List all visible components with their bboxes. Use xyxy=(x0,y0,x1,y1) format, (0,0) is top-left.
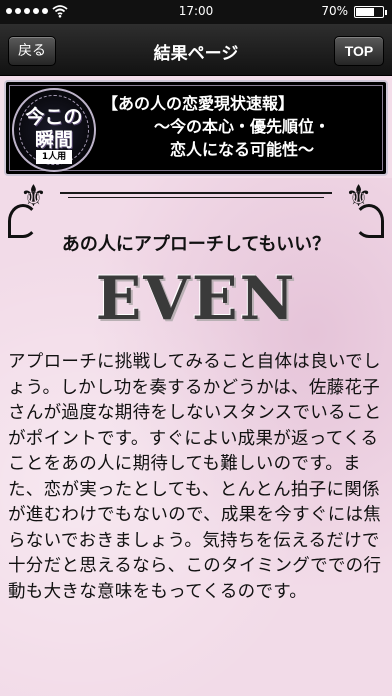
seal-text-bottom: 瞬間 xyxy=(34,129,73,151)
banner-title-line1: 【あの人の恋愛現状速報】 xyxy=(102,94,295,113)
banner-title-line3: 恋人になる可能性〜 xyxy=(169,140,314,159)
top-button[interactable]: TOP xyxy=(334,36,384,66)
frame-divider-thin xyxy=(68,197,324,198)
status-bar: 17:00 70% xyxy=(0,0,392,24)
navigation-bar: 戻る 結果ページ TOP xyxy=(0,24,392,76)
banner-title: 【あの人の恋愛現状速報】 〜今の本心・優先順位・ 恋人になる可能性〜 xyxy=(102,92,382,161)
verdict-text: EVEN xyxy=(95,264,297,334)
result-question: あの人にアプローチしてもいい？ xyxy=(61,234,331,255)
battery-percent: 70% xyxy=(321,4,348,18)
result-description: アプローチに挑戦してみること自体は良いでしょう。しかし功を奏するかどうかは、佐藤… xyxy=(8,352,382,602)
frame-divider xyxy=(60,192,332,194)
result-content: ⚜ ⚜ あの人にアプローチしてもいい？ EVEN アプローチに挑戦してみること自… xyxy=(0,178,392,696)
banner-title-line2: 〜今の本心・優先順位・ xyxy=(153,117,330,136)
seal-logo: 今この 瞬間 1人用 xyxy=(12,88,96,172)
battery-icon xyxy=(354,6,387,18)
seal-badge: 1人用 xyxy=(36,150,72,164)
result-verdict: EVEN xyxy=(0,264,392,334)
reading-title-banner: 今この 瞬間 1人用 【あの人の恋愛現状速報】 〜今の本心・優先順位・ 恋人にな… xyxy=(4,80,388,176)
